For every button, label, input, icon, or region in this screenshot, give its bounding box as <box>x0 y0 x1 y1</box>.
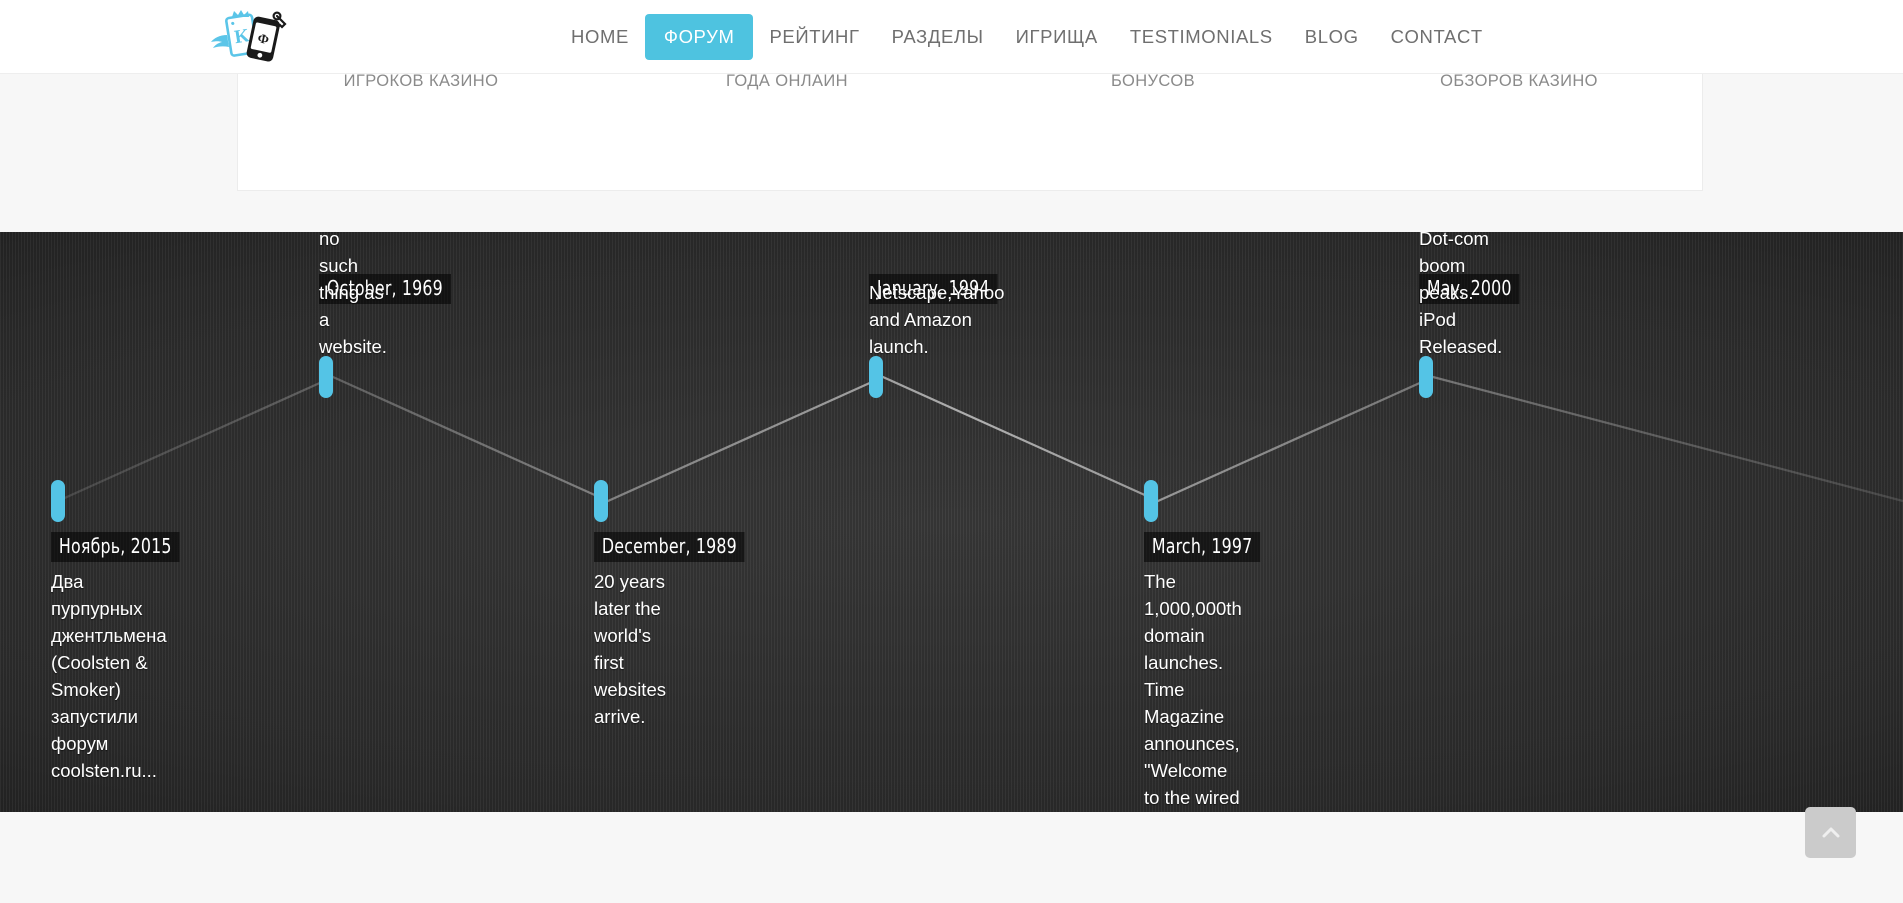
stat-players-label: ИГРОКОВ КАЗИНО <box>343 72 499 90</box>
main-nav: HOME ФОРУМ РЕЙТИНГ РАЗДЕЛЫ ИГРИЩА TESTIM… <box>555 0 1499 74</box>
timeline-text-3: 20 years later the world's first website… <box>594 571 666 727</box>
timeline-date-3: December, 1989 <box>594 532 745 562</box>
timeline-text-1: Два пурпурных джентльмена (Coolsten & Sm… <box>51 571 167 781</box>
nav-item-blog[interactable]: BLOG <box>1289 18 1375 57</box>
timeline-marker-5 <box>1144 480 1158 522</box>
stat-years-label: ГОДА ОНЛАЙН <box>725 72 848 90</box>
site-logo[interactable]: K Ф <box>203 8 289 66</box>
timeline-marker-4 <box>869 356 883 398</box>
timeline-text-6: Dot-com boom peaks. iPod Released. <box>1419 232 1503 357</box>
timeline-marker-2 <box>319 356 333 398</box>
page-root: 3063 ИГРОКОВ КАЗИНО <box>0 0 1903 903</box>
timeline-marker-6 <box>1419 356 1433 398</box>
nav-item-rating[interactable]: РЕЙТИНГ <box>753 18 875 57</box>
timeline-date-5: March, 1997 <box>1144 532 1261 562</box>
back-to-top-button[interactable] <box>1805 807 1856 858</box>
nav-item-forum[interactable]: ФОРУМ <box>644 13 754 61</box>
nav-item-sections[interactable]: РАЗДЕЛЫ <box>876 18 1000 57</box>
nav-item-contact[interactable]: CONTACT <box>1375 18 1499 57</box>
stat-reviews-label: ОБЗОРОВ КАЗИНО <box>1440 72 1598 90</box>
timeline-marker-3 <box>594 480 608 522</box>
page-bottom-strip <box>0 807 1903 903</box>
timeline-text-5: The 1,000,000th domain launches. Time Ma… <box>1144 571 1242 808</box>
nav-item-games[interactable]: ИГРИЩА <box>1000 18 1114 57</box>
timeline-canvas: Ноябрь, 2015 Два пурпурных джентльмена (… <box>0 232 1903 812</box>
timeline-text-4: Netscape,Yahoo and Amazon launch. <box>869 282 1005 357</box>
nav-item-home[interactable]: HOME <box>555 18 645 57</box>
chevron-up-icon <box>1819 821 1843 845</box>
site-header: K Ф HOME ФОРУМ РЕЙТИНГ РАЗДЕЛЫ ИГРИЩА TE… <box>0 0 1903 74</box>
history-timeline: Ноябрь, 2015 Два пурпурных джентльмена (… <box>0 232 1903 812</box>
timeline-date-1: Ноябрь, 2015 <box>51 532 180 562</box>
nav-item-testimonials[interactable]: TESTIMONIALS <box>1114 18 1289 57</box>
stat-bonuses-label: БОНУСОВ <box>1110 72 1196 90</box>
timeline-text-2: The internet is born, but there's no suc… <box>319 232 387 357</box>
timeline-marker-1 <box>51 480 65 522</box>
